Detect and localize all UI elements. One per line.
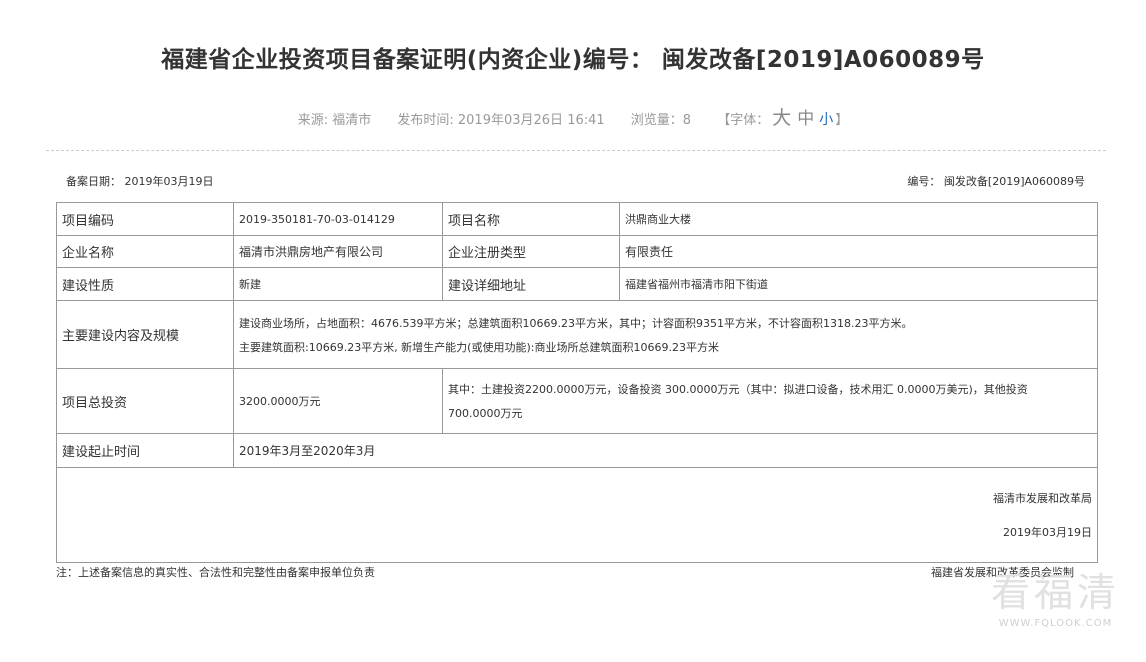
record-date: 备案日期： 2019年03月19日 bbox=[66, 175, 214, 188]
company-label: 企业名称 bbox=[56, 235, 234, 268]
address-label: 建设详细地址 bbox=[442, 267, 620, 301]
project-name-label: 项目名称 bbox=[442, 202, 620, 236]
dashed-divider bbox=[46, 150, 1106, 151]
scope-label: 主要建设内容及规模 bbox=[56, 300, 234, 369]
table-row: 项目总投资 3200.0000万元 其中：土建投资2200.0000万元，设备投… bbox=[56, 368, 1098, 434]
font-size-label: 【字体： bbox=[717, 113, 770, 128]
nature-value: 新建 bbox=[233, 267, 443, 301]
nature-label: 建设性质 bbox=[56, 267, 234, 301]
scope-line-2: 主要建筑面积:10669.23平方米, 新增生产能力(或使用功能):商业场所总建… bbox=[239, 340, 719, 354]
font-size-large-button[interactable]: 大 bbox=[772, 103, 791, 130]
period-label: 建设起止时间 bbox=[56, 433, 234, 468]
table-row: 企业名称 福清市洪鼎房地产有限公司 企业注册类型 有限责任 bbox=[56, 235, 1098, 268]
company-value: 福清市洪鼎房地产有限公司 bbox=[233, 235, 443, 268]
investment-detail: 其中：土建投资2200.0000万元，设备投资 300.0000万元（其中：拟进… bbox=[442, 368, 1098, 434]
font-size-medium-button[interactable]: 中 bbox=[797, 104, 814, 129]
address-value: 福建省福州市福清市阳下街道 bbox=[619, 267, 1098, 301]
page-title: 福建省企业投资项目备案证明(内资企业)编号： 闽发改备[2019]A060089… bbox=[161, 47, 985, 73]
font-size-label-close: 】 bbox=[835, 113, 849, 128]
publish-time: 发布时间: 2019年03月26日 16:41 bbox=[397, 113, 605, 128]
article-meta: 来源: 福清市 发布时间: 2019年03月26日 16:41 浏览量：8 【字… bbox=[0, 103, 1146, 130]
watermark-logo: 看福清 bbox=[990, 571, 1120, 616]
project-name-value: 洪鼎商业大楼 bbox=[619, 202, 1098, 236]
source-text: 来源: 福清市 bbox=[297, 113, 372, 128]
issuer-name: 福清市发展和改革局 bbox=[993, 492, 1092, 505]
issue-date: 2019年03月19日 bbox=[1003, 526, 1092, 539]
project-code-label: 项目编码 bbox=[56, 202, 234, 236]
table-row: 福清市发展和改革局 2019年03月19日 bbox=[56, 467, 1098, 563]
investment-value: 3200.0000万元 bbox=[233, 368, 443, 434]
font-size-small-button[interactable]: 小 bbox=[819, 109, 833, 129]
scope-value: 建设商业场所，占地面积：4676.539平方米；总建筑面积10669.23平方米… bbox=[233, 300, 1098, 369]
filing-table: 项目编码 2019-350181-70-03-014129 项目名称 洪鼎商业大… bbox=[56, 202, 1098, 563]
period-value: 2019年3月至2020年3月 bbox=[233, 433, 1098, 468]
disclaimer-note: 注：上述备案信息的真实性、合法性和完整性由备案申报单位负责 bbox=[56, 566, 375, 579]
reg-type-label: 企业注册类型 bbox=[442, 235, 620, 268]
table-row: 建设起止时间 2019年3月至2020年3月 bbox=[56, 433, 1098, 468]
table-row: 建设性质 新建 建设详细地址 福建省福州市福清市阳下街道 bbox=[56, 267, 1098, 301]
signature-cell: 福清市发展和改革局 2019年03月19日 bbox=[56, 467, 1098, 563]
table-row: 项目编码 2019-350181-70-03-014129 项目名称 洪鼎商业大… bbox=[56, 202, 1098, 236]
site-watermark: 看福清 WWW.FQLOOK.COM bbox=[990, 571, 1120, 630]
reg-type-value: 有限责任 bbox=[619, 235, 1098, 268]
investment-label: 项目总投资 bbox=[56, 368, 234, 434]
view-count: 浏览量：8 bbox=[630, 113, 692, 128]
investment-detail-line-1: 其中：土建投资2200.0000万元，设备投资 300.0000万元（其中：拟进… bbox=[448, 383, 1028, 396]
record-number: 编号： 闽发改备[2019]A060089号 bbox=[907, 175, 1085, 188]
scope-line-1: 建设商业场所，占地面积：4676.539平方米；总建筑面积10669.23平方米… bbox=[239, 316, 913, 330]
table-row: 主要建设内容及规模 建设商业场所，占地面积：4676.539平方米；总建筑面积1… bbox=[56, 300, 1098, 369]
watermark-url: WWW.FQLOOK.COM bbox=[998, 618, 1113, 629]
investment-detail-line-2: 700.0000万元 bbox=[448, 407, 523, 420]
project-code-value: 2019-350181-70-03-014129 bbox=[233, 202, 443, 236]
